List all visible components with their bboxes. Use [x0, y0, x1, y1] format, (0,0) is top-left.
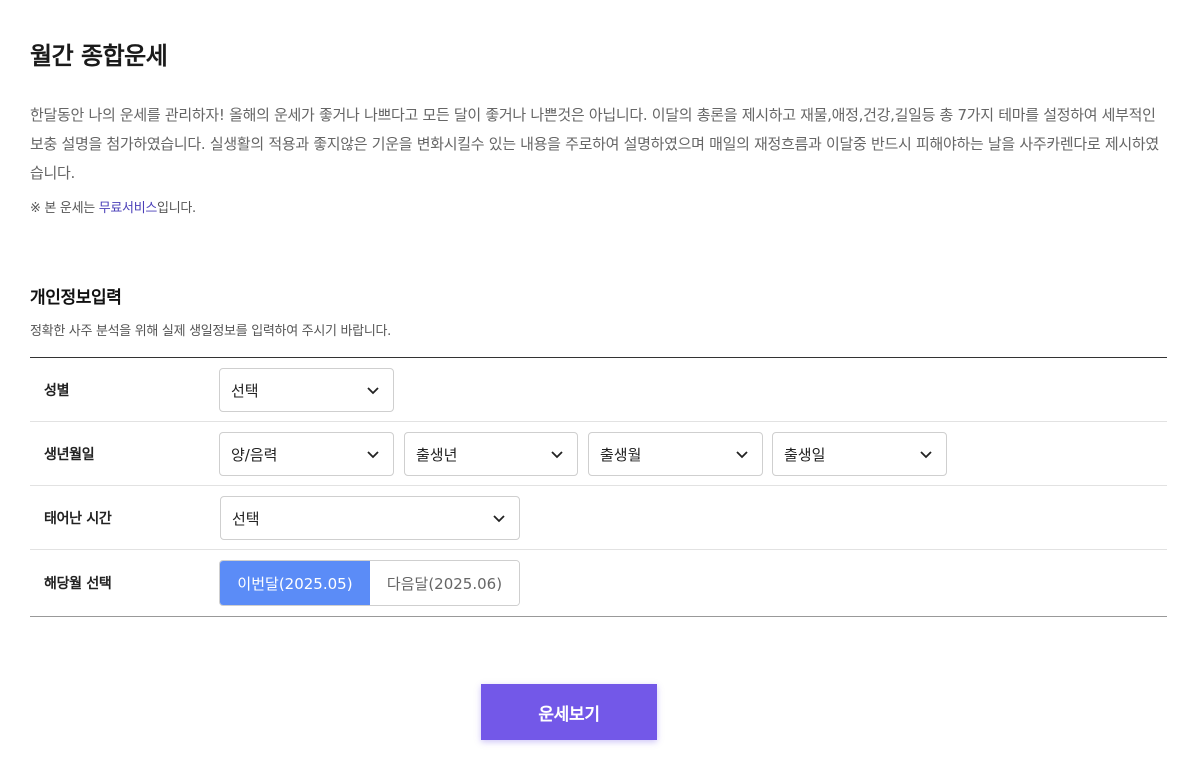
- birth-month-value: 출생월: [600, 445, 642, 464]
- chevron-down-icon: [493, 515, 505, 523]
- gender-label: 성별: [44, 382, 70, 399]
- month-select-label: 해당월 선택: [44, 576, 112, 592]
- gender-select[interactable]: 선택: [219, 368, 394, 412]
- free-service-notice: ※ 본 운세는 무료서비스입니다.: [30, 197, 196, 216]
- gender-select-value: 선택: [231, 381, 259, 400]
- form-section-description: 정확한 사주 분석을 위해 실제 생일정보를 입력하여 주시기 바랍니다.: [30, 324, 391, 339]
- next-month-button[interactable]: 다음달(2025.06): [370, 561, 519, 605]
- birth-time-label: 태어난 시간: [44, 510, 112, 527]
- notice-suffix: 입니다.: [157, 201, 196, 216]
- birth-day-select[interactable]: 출생일: [772, 432, 947, 476]
- birthdate-row: 생년월일 양/음력 출생년 출생월 출생일: [30, 422, 1167, 486]
- gender-row: 성별 선택: [30, 358, 1167, 422]
- chevron-down-icon: [551, 451, 563, 459]
- personal-info-form: 성별 선택 생년월일 양/음력 출생년 출생월 출생일 태어난 시간 선택 해당…: [30, 357, 1167, 617]
- calendar-type-select[interactable]: 양/음력: [219, 432, 394, 476]
- birth-month-select[interactable]: 출생월: [588, 432, 763, 476]
- calendar-type-value: 양/음력: [231, 445, 278, 464]
- intro-text: 한달동안 나의 운세를 관리하자! 올해의 운세가 좋거나 나쁘다고 모든 달이…: [30, 106, 1159, 182]
- birth-year-select[interactable]: 출생년: [404, 432, 578, 476]
- month-select-row: 해당월 선택 이번달(2025.05) 다음달(2025.06): [30, 550, 1167, 616]
- chevron-down-icon: [367, 387, 379, 395]
- month-toggle: 이번달(2025.05) 다음달(2025.06): [219, 560, 520, 606]
- birthdate-label: 생년월일: [44, 446, 95, 463]
- birth-time-select[interactable]: 선택: [220, 496, 520, 540]
- notice-prefix: ※ 본 운세는: [30, 201, 99, 216]
- this-month-button[interactable]: 이번달(2025.05): [220, 561, 370, 605]
- page-title: 월간 종합운세: [30, 42, 168, 70]
- birth-time-value: 선택: [232, 509, 260, 528]
- view-fortune-button[interactable]: 운세보기: [481, 684, 657, 740]
- form-section-title: 개인정보입력: [30, 288, 122, 308]
- chevron-down-icon: [367, 451, 379, 459]
- birth-time-row: 태어난 시간 선택: [30, 486, 1167, 550]
- chevron-down-icon: [920, 451, 932, 459]
- notice-highlight: 무료서비스: [98, 201, 158, 216]
- birth-year-value: 출생년: [416, 445, 458, 464]
- chevron-down-icon: [736, 451, 748, 459]
- birth-day-value: 출생일: [784, 445, 826, 464]
